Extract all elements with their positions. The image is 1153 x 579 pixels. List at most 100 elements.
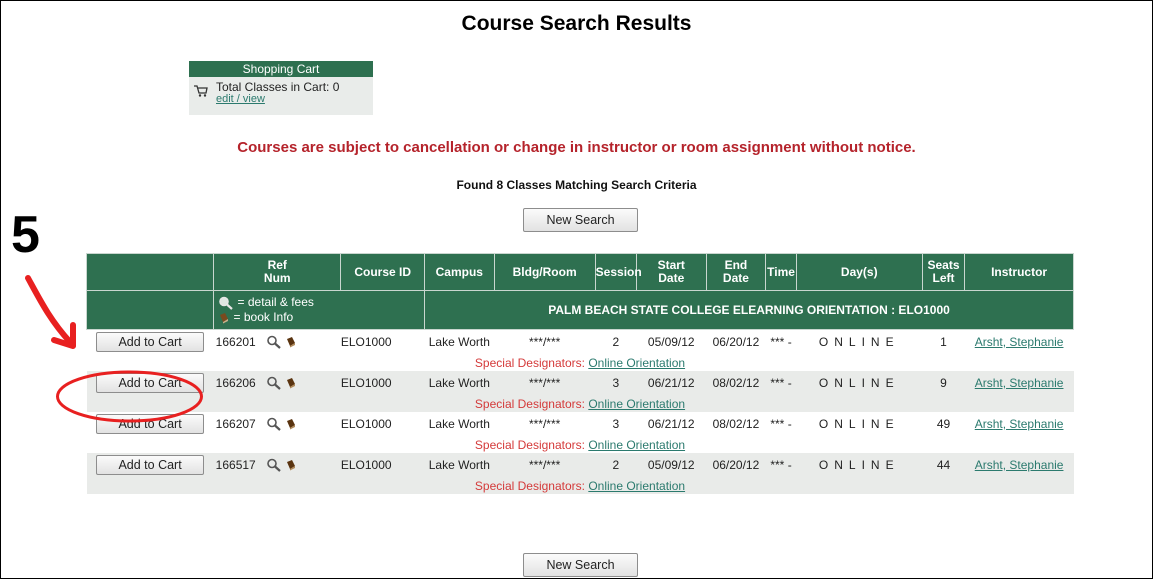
cart-header: Shopping Cart: [189, 61, 373, 77]
ref-icons-cell: 166201: [214, 330, 341, 355]
course-id: ELO1000: [340, 417, 392, 431]
header-days: Day(s): [795, 253, 923, 291]
arrow-annotation: [25, 275, 76, 349]
shopping-cart-box: Shopping Cart Total Classes in Cart: 0 e…: [189, 61, 373, 115]
end-date: 06/20/12: [712, 335, 760, 349]
magnifier-icon[interactable]: [266, 335, 282, 350]
designator-row: Special Designators: Online Orientation: [87, 354, 1074, 371]
designator-cell: Special Designators: Online Orientation: [87, 354, 1074, 371]
days: ONLINE: [796, 453, 923, 477]
instructor-link[interactable]: Arsht, Stephanie: [975, 335, 1064, 349]
table-row: Add to Cart 166201 ELO1000 Lake Worth ***/*…: [87, 330, 1074, 355]
header-campus: Campus: [424, 253, 495, 291]
session: 2: [612, 335, 620, 349]
add-to-cart-button[interactable]: Add to Cart: [96, 332, 205, 352]
magnifier-icon: [219, 296, 233, 310]
results-table: Ref Num Course ID Campus Bldg/Room Sessio…: [85, 253, 1074, 494]
cancellation-notice: Courses are subject to cancellation or c…: [237, 139, 916, 156]
campus: Lake Worth: [424, 453, 495, 477]
header-time: Time: [765, 253, 797, 291]
book-icon[interactable]: [285, 336, 297, 348]
designator-link[interactable]: Online Orientation: [588, 397, 685, 411]
header-ref-num: Ref Num: [213, 253, 342, 291]
designator-cell: Special Designators: Online Orientation: [86, 395, 1074, 412]
days: ONLINE: [818, 417, 900, 431]
magnifier-icon[interactable]: [266, 376, 282, 391]
time: *** -: [765, 371, 797, 395]
designator-cell: Special Designators: Online Orientation: [86, 477, 1074, 494]
legend-row: = detail & fees = book Info PALM BEACH S…: [85, 290, 1074, 330]
end-date: 08/02/12: [706, 371, 766, 395]
icon-legend: = detail & fees = book Info: [213, 290, 426, 330]
instructor-link[interactable]: Arsht, Stephanie: [975, 376, 1064, 390]
new-search-button-top[interactable]: New Search: [523, 208, 638, 232]
instructor-link[interactable]: Arsht, Stephanie: [975, 417, 1064, 431]
start-date: 06/21/12: [636, 371, 707, 395]
book-icon[interactable]: [285, 418, 297, 430]
table-row: Add to Cart 166207 ELO1000 Lake Worth ***/*…: [87, 412, 1074, 436]
new-search-button-bottom[interactable]: New Search: [523, 553, 638, 577]
time: *** -: [770, 335, 792, 349]
course-title: PALM BEACH STATE COLLEGE ELEARNING ORIEN…: [424, 290, 1074, 330]
ref-num: 166201: [215, 334, 256, 349]
session: 3: [612, 417, 620, 431]
end-date: 08/02/12: [712, 417, 760, 431]
header-bldg-room: Bldg/Room: [493, 253, 596, 291]
bldg-room: ***/***: [494, 453, 596, 477]
end-date: 06/20/12: [706, 453, 766, 477]
time: *** -: [765, 453, 797, 477]
magnifier-icon[interactable]: [266, 417, 282, 432]
designator-link[interactable]: Online Orientation: [588, 438, 685, 452]
header-seats-left: Seats Left: [921, 253, 966, 291]
designator-link[interactable]: Online Orientation: [588, 479, 685, 493]
designator-label: Special Designators:: [474, 478, 585, 493]
add-cell: Add to Cart: [86, 453, 214, 477]
book-icon: [220, 312, 229, 324]
ref-num: 166207: [215, 416, 256, 431]
bldg-room: ***/***: [528, 417, 561, 431]
campus: Lake Worth: [428, 335, 490, 349]
magnifier-icon[interactable]: [266, 458, 282, 473]
ref-icons-cell: 166207: [214, 412, 341, 436]
ref-icons-cell: 166517: [213, 453, 341, 477]
seats-left: 9: [922, 371, 965, 395]
step-number-annotation: 5: [11, 206, 40, 264]
book-icon[interactable]: [285, 459, 297, 471]
book-icon[interactable]: [285, 377, 297, 389]
header-instructor: Instructor: [964, 253, 1074, 291]
cart-total: Total Classes in Cart: 0: [216, 80, 340, 94]
session: 2: [595, 453, 637, 477]
bldg-room: ***/***: [494, 371, 596, 395]
table-row: Add to Cart 166517 ELO1000 Lake Worth ***/*…: [86, 453, 1074, 477]
cart-icon: [194, 85, 208, 97]
ref-num: 166517: [215, 457, 256, 472]
start-date: 05/09/12: [647, 335, 695, 349]
page-title: Course Search Results: [461, 12, 692, 35]
days: ONLINE: [796, 371, 923, 395]
header-end-date: End Date: [705, 253, 767, 291]
start-date: 06/21/12: [647, 417, 695, 431]
instructor-cell: Arsht, Stephanie: [964, 453, 1074, 477]
course-id: ELO1000: [340, 453, 425, 477]
time: *** -: [770, 417, 792, 431]
instructor-link[interactable]: Arsht, Stephanie: [975, 458, 1064, 472]
table-header: Ref Num Course ID Campus Bldg/Room Sessio…: [85, 253, 1074, 291]
table-row: Add to Cart 166206 ELO1000 Lake Worth ***/*…: [86, 371, 1074, 395]
session: 3: [595, 371, 637, 395]
campus: Lake Worth: [424, 371, 495, 395]
instructor-cell: Arsht, Stephanie: [965, 330, 1074, 355]
header-empty: [85, 253, 215, 291]
instructor-cell: Arsht, Stephanie: [965, 412, 1074, 436]
cart-edit-view-link[interactable]: edit / view: [216, 93, 265, 105]
designator-link[interactable]: Online Orientation: [588, 356, 685, 370]
add-cell: Add to Cart: [87, 330, 214, 355]
seats-left: 49: [936, 417, 951, 431]
results-body: Add to Cart 166201 ELO1000 Lake Worth ***/*…: [86, 330, 1074, 494]
course-id: ELO1000: [340, 371, 425, 395]
designator-row: Special Designators: Online Orientation: [87, 436, 1074, 453]
add-to-cart-button[interactable]: Add to Cart: [96, 455, 205, 475]
instructor-cell: Arsht, Stephanie: [964, 371, 1074, 395]
highlight-ellipse-annotation: [56, 370, 203, 423]
seats-left: 1: [940, 335, 947, 349]
course-id: ELO1000: [340, 335, 392, 349]
